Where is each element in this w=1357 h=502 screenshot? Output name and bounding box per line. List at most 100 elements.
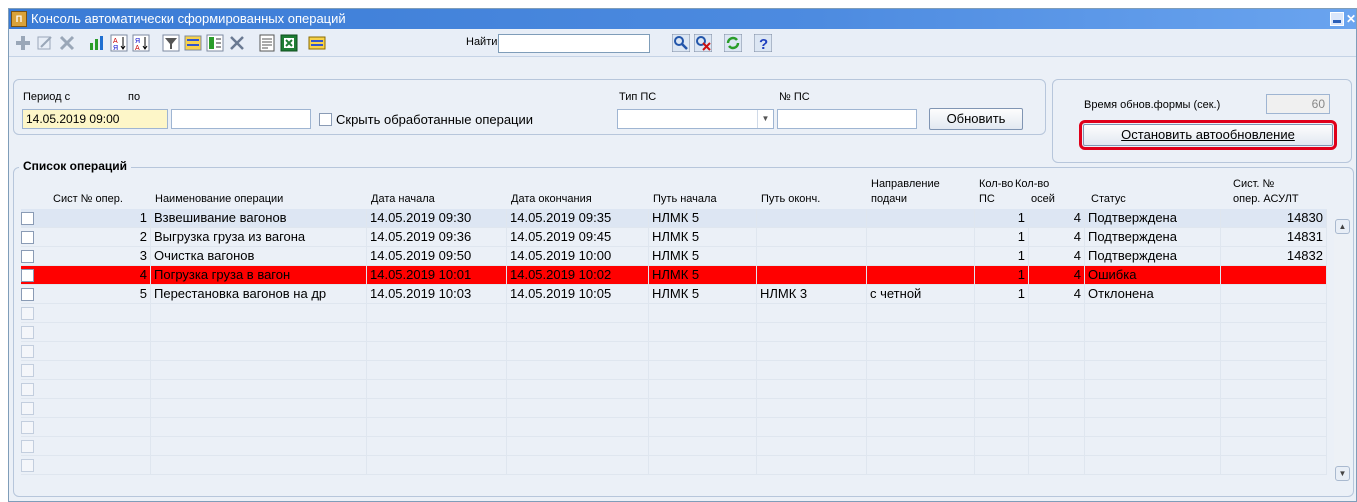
cell-asult[interactable] xyxy=(1221,399,1327,418)
col-ps-count-1[interactable]: Кол-во xyxy=(979,177,1013,191)
cell-name[interactable]: Погрузка груза в вагон xyxy=(151,266,367,285)
cell-name[interactable] xyxy=(151,399,367,418)
cell-ps-count[interactable]: 1 xyxy=(975,247,1029,266)
cell-name[interactable]: Выгрузка груза из вагона xyxy=(151,228,367,247)
cell-direction[interactable] xyxy=(867,418,975,437)
cell-direction[interactable] xyxy=(867,361,975,380)
cell-start-date[interactable]: 14.05.2019 09:50 xyxy=(367,247,507,266)
cell-status[interactable]: Подтверждена xyxy=(1085,247,1221,266)
cell-sys-no[interactable] xyxy=(45,304,151,323)
cell-start-date[interactable] xyxy=(367,456,507,475)
empty-table-row[interactable] xyxy=(21,437,1327,456)
cell-sys-no[interactable]: 2 xyxy=(45,228,151,247)
cell-start-date[interactable]: 14.05.2019 10:03 xyxy=(367,285,507,304)
cell-start-date[interactable] xyxy=(367,323,507,342)
cell-status[interactable] xyxy=(1085,342,1221,361)
cell-axles[interactable]: 4 xyxy=(1029,247,1085,266)
cell-end-track[interactable] xyxy=(757,456,867,475)
filter-edit-icon[interactable] xyxy=(183,33,203,53)
cell-axles[interactable] xyxy=(1029,380,1085,399)
empty-table-row[interactable] xyxy=(21,456,1327,475)
cell-asult[interactable] xyxy=(1221,418,1327,437)
cell-status[interactable] xyxy=(1085,361,1221,380)
cell-status[interactable] xyxy=(1085,399,1221,418)
hide-processed-checkbox[interactable] xyxy=(319,113,332,126)
cell-end-date[interactable] xyxy=(507,399,649,418)
col-sys-no[interactable]: Сист № опер. xyxy=(53,192,123,206)
cell-start-track[interactable] xyxy=(649,399,757,418)
cell-sys-no[interactable] xyxy=(45,437,151,456)
table-row[interactable]: 5 Перестановка вагонов на др 14.05.2019 10… xyxy=(21,285,1327,304)
cell-sys-no[interactable] xyxy=(45,418,151,437)
delete-icon[interactable] xyxy=(57,33,77,53)
export-icon[interactable] xyxy=(307,33,327,53)
empty-table-row[interactable] xyxy=(21,380,1327,399)
row-checkbox[interactable] xyxy=(21,383,34,396)
row-checkbox[interactable] xyxy=(21,288,34,301)
cell-direction[interactable] xyxy=(867,399,975,418)
row-checkbox[interactable] xyxy=(21,307,34,320)
row-checkbox[interactable] xyxy=(21,345,34,358)
cell-sys-no[interactable]: 3 xyxy=(45,247,151,266)
cell-start-date[interactable] xyxy=(367,361,507,380)
cell-ps-count[interactable] xyxy=(975,380,1029,399)
cell-start-track[interactable] xyxy=(649,361,757,380)
empty-table-row[interactable] xyxy=(21,418,1327,437)
columns-icon[interactable] xyxy=(205,33,225,53)
cell-status[interactable]: Ошибка xyxy=(1085,266,1221,285)
cell-start-track[interactable] xyxy=(649,437,757,456)
cell-end-track[interactable] xyxy=(757,342,867,361)
cell-end-track[interactable] xyxy=(757,399,867,418)
cell-asult[interactable] xyxy=(1221,342,1327,361)
cell-ps-count[interactable] xyxy=(975,323,1029,342)
cell-start-date[interactable]: 14.05.2019 09:36 xyxy=(367,228,507,247)
cell-sys-no[interactable]: 4 xyxy=(45,266,151,285)
ps-type-select[interactable]: ▼ xyxy=(617,109,774,129)
cell-end-date[interactable]: 14.05.2019 10:02 xyxy=(507,266,649,285)
cell-start-date[interactable] xyxy=(367,418,507,437)
table-row[interactable]: 4 Погрузка груза в вагон 14.05.2019 10:01 1… xyxy=(21,266,1327,285)
chart-icon[interactable] xyxy=(87,33,107,53)
cell-axles[interactable] xyxy=(1029,418,1085,437)
cell-start-track[interactable]: НЛМК 5 xyxy=(649,266,757,285)
cell-start-track[interactable] xyxy=(649,304,757,323)
cell-sys-no[interactable] xyxy=(45,399,151,418)
cell-end-track[interactable] xyxy=(757,228,867,247)
empty-table-row[interactable] xyxy=(21,399,1327,418)
cell-start-track[interactable]: НЛМК 5 xyxy=(649,228,757,247)
cell-sys-no[interactable] xyxy=(45,456,151,475)
cell-start-track[interactable]: НЛМК 5 xyxy=(649,285,757,304)
cell-name[interactable]: Перестановка вагонов на др xyxy=(151,285,367,304)
cell-name[interactable] xyxy=(151,437,367,456)
period-to-field[interactable] xyxy=(171,109,311,129)
find-input[interactable] xyxy=(498,34,650,53)
cell-ps-count[interactable]: 1 xyxy=(975,228,1029,247)
cell-axles[interactable]: 4 xyxy=(1029,266,1085,285)
cell-end-track[interactable] xyxy=(757,418,867,437)
col-end-date[interactable]: Дата окончания xyxy=(511,192,592,206)
col-direction-1[interactable]: Направление xyxy=(871,177,940,191)
cell-end-track[interactable] xyxy=(757,209,867,228)
cell-ps-count[interactable] xyxy=(975,456,1029,475)
cell-end-track[interactable] xyxy=(757,266,867,285)
cell-direction[interactable] xyxy=(867,323,975,342)
cell-sys-no[interactable] xyxy=(45,342,151,361)
cell-end-date[interactable]: 14.05.2019 10:00 xyxy=(507,247,649,266)
cell-ps-count[interactable] xyxy=(975,437,1029,456)
cell-asult[interactable] xyxy=(1221,380,1327,399)
row-checkbox[interactable] xyxy=(21,326,34,339)
cell-start-track[interactable] xyxy=(649,323,757,342)
cell-direction[interactable]: с четной xyxy=(867,285,975,304)
search-clear-icon[interactable] xyxy=(693,33,713,53)
col-start-date[interactable]: Дата начала xyxy=(371,192,435,206)
add-icon[interactable] xyxy=(13,33,33,53)
cell-start-track[interactable]: НЛМК 5 xyxy=(649,247,757,266)
sort-asc-icon[interactable]: AЯ xyxy=(109,33,129,53)
col-direction-2[interactable]: подачи xyxy=(871,192,907,206)
cell-asult[interactable] xyxy=(1221,437,1327,456)
cell-status[interactable] xyxy=(1085,323,1221,342)
cell-asult[interactable] xyxy=(1221,266,1327,285)
cell-end-date[interactable] xyxy=(507,342,649,361)
row-checkbox[interactable] xyxy=(21,231,34,244)
cell-start-date[interactable]: 14.05.2019 10:01 xyxy=(367,266,507,285)
